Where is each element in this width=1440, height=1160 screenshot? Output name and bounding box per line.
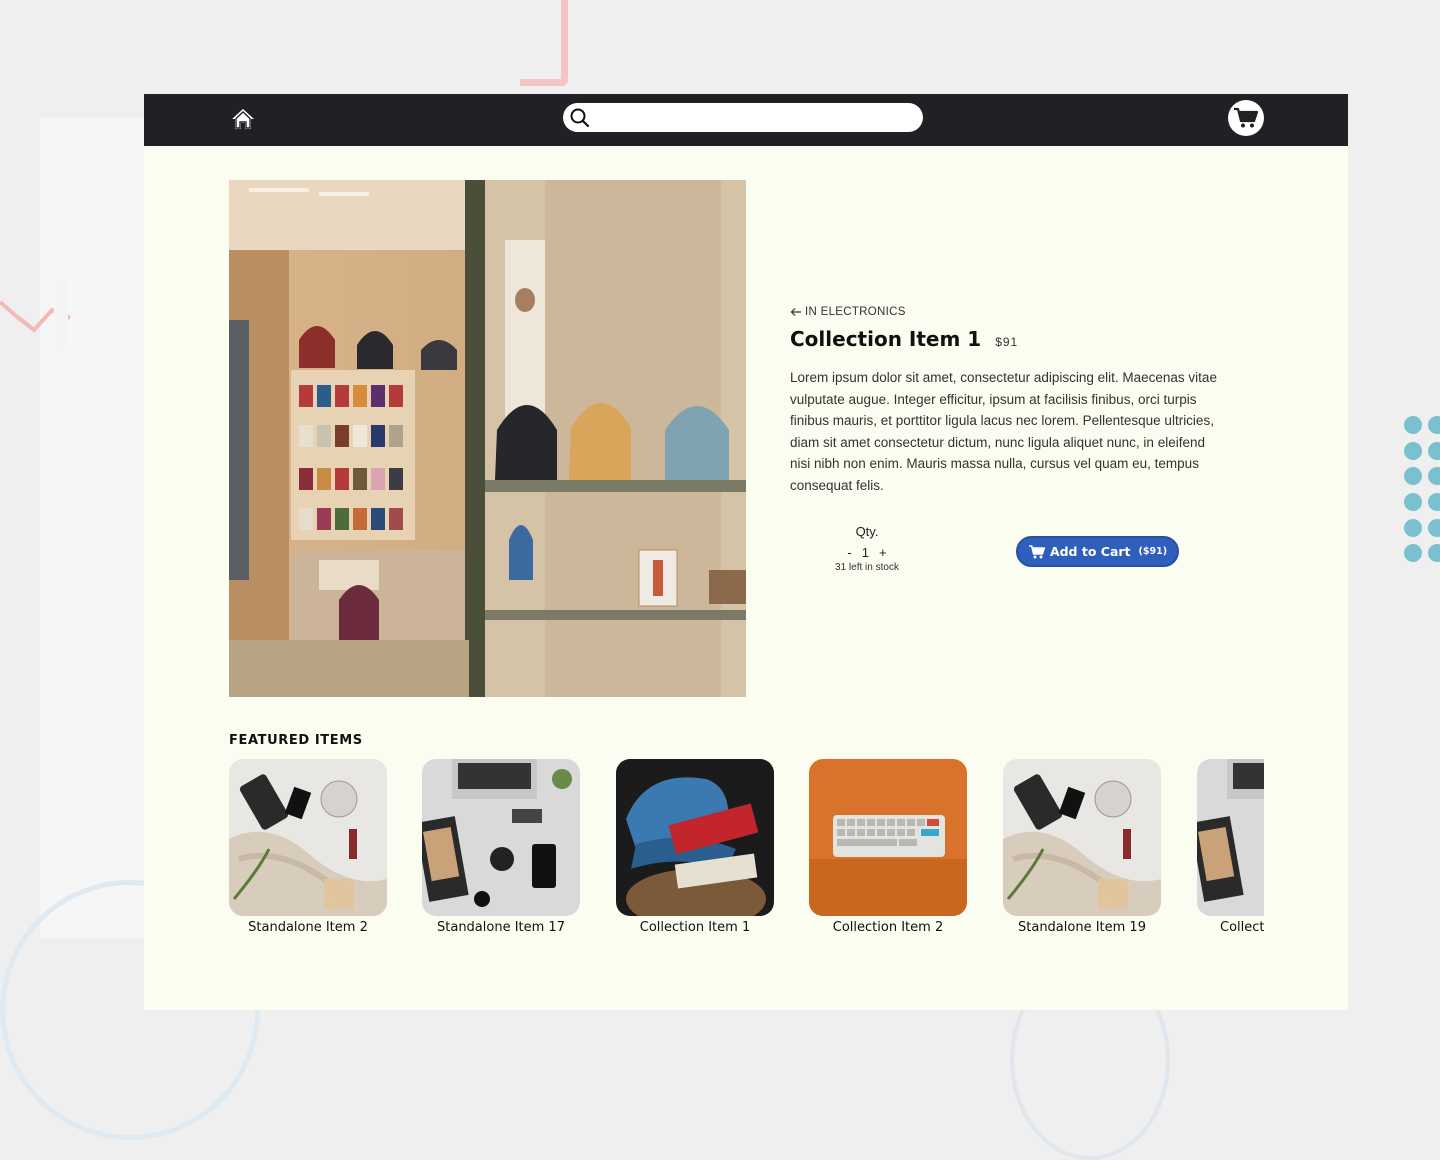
featured-item-card[interactable]: Standalone Item 19 [1003, 759, 1161, 935]
cart-icon [1234, 107, 1259, 128]
product-info: IN ELECTRONICS Collection Item 1 $91 Lor… [790, 302, 1230, 497]
navbar [144, 94, 1348, 146]
quantity-decrease-button[interactable]: - [845, 545, 853, 560]
app-window: IN ELECTRONICS Collection Item 1 $91 Lor… [144, 94, 1348, 1010]
decorative-zigzag [0, 280, 71, 350]
featured-item-card[interactable]: Standalone Item 2 [229, 759, 387, 935]
add-to-cart-price: ($91) [1138, 546, 1168, 557]
category-back-link[interactable]: IN ELECTRONICS [790, 306, 906, 318]
home-button[interactable] [228, 104, 258, 134]
featured-heading: FEATURED ITEMS [229, 733, 363, 748]
cart-icon [1028, 544, 1046, 558]
arrow-left-icon [790, 308, 801, 316]
featured-item-image [229, 759, 387, 916]
stock-status: 31 left in stock [835, 562, 899, 573]
featured-item-image [1197, 759, 1264, 916]
featured-item-card[interactable]: Collection Item 2 [809, 759, 967, 935]
product-title: Collection Item 1 [790, 327, 982, 351]
featured-items-carousel[interactable]: Standalone Item 2 Standalone Item 17 Col… [229, 759, 1264, 941]
product-image [229, 180, 746, 697]
featured-item-name: Standalone Item 2 [248, 920, 368, 935]
quantity-selector: Qty. - 1 + 31 left in stock [822, 524, 912, 574]
featured-item-image [616, 759, 774, 916]
decorative-dots [1404, 416, 1440, 564]
add-to-cart-button[interactable]: Add to Cart ($91) [1016, 536, 1179, 567]
search-bar[interactable] [563, 103, 923, 132]
background-panel [40, 118, 150, 938]
featured-item-name: Standalone Item 17 [437, 920, 565, 935]
product-price: $91 [995, 335, 1019, 349]
quantity-value: 1 [861, 545, 869, 560]
search-input[interactable] [595, 105, 913, 130]
cart-button[interactable] [1228, 100, 1264, 136]
featured-item-card[interactable]: Standalone Item 17 [422, 759, 580, 935]
quantity-label: Qty. [855, 524, 879, 539]
home-icon [232, 109, 254, 129]
search-icon [570, 108, 590, 128]
featured-item-name: Standalone Item 19 [1018, 920, 1146, 935]
featured-item-card[interactable]: Collection Item 1 [616, 759, 774, 935]
category-label: IN ELECTRONICS [805, 306, 906, 318]
featured-item-image [1003, 759, 1161, 916]
quantity-increase-button[interactable]: + [877, 545, 889, 560]
add-to-cart-label: Add to Cart [1049, 544, 1131, 559]
featured-item-image [422, 759, 580, 916]
featured-item-name: Collect [1220, 920, 1264, 935]
decorative-bracket [520, 0, 568, 86]
featured-item-name: Collection Item 1 [639, 920, 751, 935]
featured-item-image [809, 759, 967, 916]
product-description: Lorem ipsum dolor sit amet, consectetur … [790, 370, 1217, 493]
featured-item-card[interactable]: Collect [1197, 759, 1264, 935]
featured-item-name: Collection Item 2 [832, 920, 944, 935]
